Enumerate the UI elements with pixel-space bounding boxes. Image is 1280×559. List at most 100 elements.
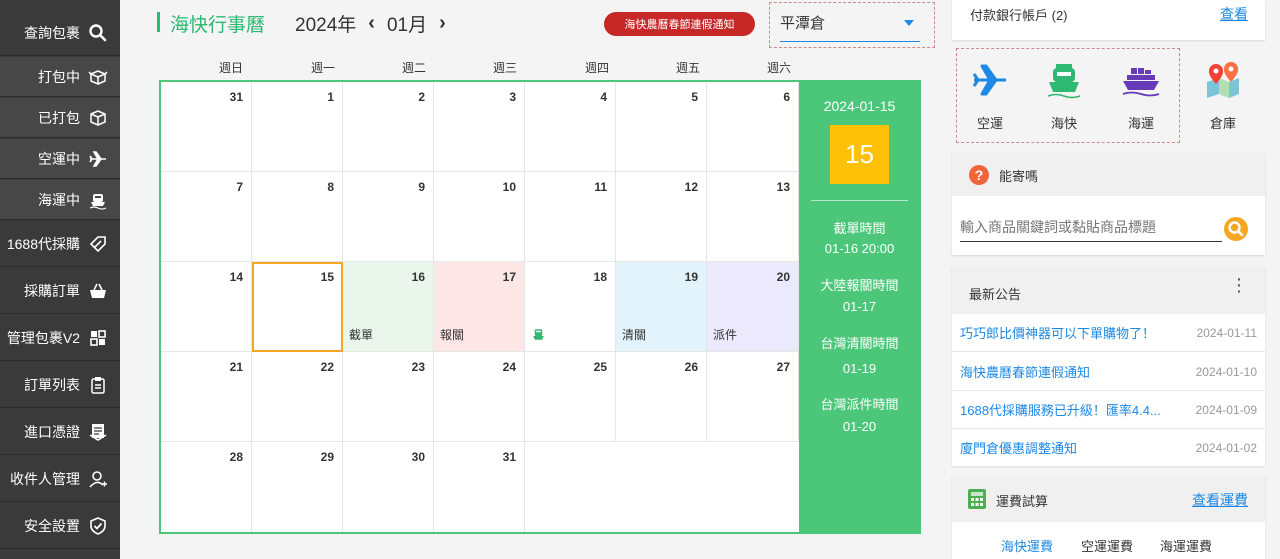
next-month-button[interactable]: › <box>439 12 446 35</box>
sidebar-item-sea-shipping[interactable]: 海運中 <box>0 180 120 220</box>
sidebar-item-security[interactable]: 安全設置 <box>0 503 120 549</box>
holiday-notice-button[interactable]: 海快農曆春節連假通知 <box>604 12 755 36</box>
day-number: 18 <box>593 270 607 284</box>
search-icon[interactable] <box>1223 216 1249 242</box>
calendar-day[interactable]: 5 <box>616 82 707 172</box>
calendar-day[interactable]: 6 <box>707 82 799 172</box>
calendar-day[interactable]: 21 <box>161 352 252 442</box>
search-icon <box>89 23 107 41</box>
calendar-day-today[interactable]: 15 <box>252 262 343 352</box>
tab-sea-freight[interactable]: 海運運費 <box>1160 536 1212 555</box>
calendar-day-deliver[interactable]: 20 派件 <box>707 262 799 352</box>
day-number: 24 <box>502 360 516 374</box>
selected-date: 2024-01-15 <box>823 98 896 114</box>
day-number: 15 <box>320 270 334 284</box>
prev-month-button[interactable]: ‹ <box>368 12 375 35</box>
month-navigator: 2024年 ‹ 01月 › <box>295 10 458 37</box>
sidebar-item-purchase-orders[interactable]: 採購訂單 <box>0 268 120 314</box>
calendar-day[interactable]: 23 <box>343 352 434 442</box>
warehouse-select[interactable]: 平潭倉 <box>780 10 920 42</box>
box-icon <box>90 109 106 126</box>
calendar-day[interactable]: 26 <box>616 352 707 442</box>
sidebar-item-manage-packages[interactable]: 管理包裹V2 <box>0 315 120 361</box>
calendar-day[interactable]: 4 <box>525 82 616 172</box>
calendar-day-shipping[interactable]: 18 <box>525 262 616 352</box>
declare-time-value: 01-17 <box>842 299 877 314</box>
calendar-day[interactable]: 29 <box>252 442 343 532</box>
sidebar-item-label: 收件人管理 <box>10 470 80 487</box>
announcement-item[interactable]: 廈門倉優惠調整通知 2024-01-02 <box>952 429 1265 467</box>
calendar-day[interactable]: 2 <box>343 82 434 172</box>
shield-check-icon <box>90 516 106 535</box>
announcement-item[interactable]: 巧巧郎比價神器可以下單購物了！ 2024-01-11 <box>952 314 1265 352</box>
calendar-month: 01月 <box>386 15 428 36</box>
service-sea[interactable]: 海運 <box>1111 60 1171 132</box>
view-freight-link[interactable]: 查看運費 <box>1192 490 1248 510</box>
calendar-day[interactable]: 8 <box>252 172 343 262</box>
announcement-item[interactable]: 海快農曆春節連假通知 2024-01-10 <box>952 353 1265 391</box>
sidebar-item-1688-purchase[interactable]: 1688代採購 <box>0 221 120 267</box>
calendar-day[interactable]: 25 <box>525 352 616 442</box>
day-number: 23 <box>411 360 425 374</box>
bank-account-label: 付款銀行帳戶 (2) <box>970 8 1068 23</box>
calendar-day[interactable]: 31 <box>434 442 525 532</box>
view-bank-link[interactable]: 查看 <box>1220 4 1248 24</box>
sidebar-item-search-package[interactable]: 查詢包裹 <box>0 10 120 56</box>
declare-time-label: 大陸報關時間 <box>820 278 899 293</box>
calendar-day[interactable]: 28 <box>161 442 252 532</box>
day-number: 22 <box>320 360 334 374</box>
calendar-day[interactable]: 14 <box>161 262 252 352</box>
sidebar-item-order-list[interactable]: 訂單列表 <box>0 362 120 408</box>
day-number: 10 <box>502 180 516 194</box>
freight-title: 運費試算 <box>996 494 1049 509</box>
calendar-day-clear[interactable]: 19 清關 <box>616 262 707 352</box>
day-number: 25 <box>593 360 607 374</box>
calendar-day[interactable]: 12 <box>616 172 707 262</box>
calendar-day[interactable]: 24 <box>434 352 525 442</box>
sidebar-item-recipients[interactable]: 收件人管理 <box>0 456 120 502</box>
sidebar-item-label: 安全設置 <box>24 517 80 534</box>
tab-air-freight[interactable]: 空運運費 <box>1081 536 1133 555</box>
sidebar-item-label: 採購訂單 <box>24 282 80 299</box>
calendar-day[interactable]: 3 <box>434 82 525 172</box>
calendar-day[interactable]: 9 <box>343 172 434 262</box>
sidebar-item-import-certificate[interactable]: 進口憑證 <box>0 409 120 455</box>
clipboard-icon <box>91 376 105 394</box>
service-fast-sea[interactable]: 海快 <box>1034 60 1094 132</box>
service-air[interactable]: 空運 <box>960 60 1020 132</box>
calendar-day[interactable]: 30 <box>343 442 434 532</box>
calendar-day[interactable]: 13 <box>707 172 799 262</box>
calendar-day-declare[interactable]: 17 報關 <box>434 262 525 352</box>
more-vertical-icon[interactable]: ⋮ <box>1230 276 1248 294</box>
sidebar-item-packing[interactable]: 打包中 <box>0 57 120 97</box>
can-ship-title: 能寄嗎 <box>999 169 1039 184</box>
day-number: 17 <box>502 270 516 284</box>
calendar-day[interactable]: 22 <box>252 352 343 442</box>
sidebar-item-packed[interactable]: 已打包 <box>0 98 120 138</box>
app-root: 查詢包裹 打包中 已打包 空運中 海運中 1688代採購 採購訂單 管理包裹V2… <box>0 0 1280 559</box>
bank-account-card: 付款銀行帳戶 (2) 查看 <box>952 0 1265 40</box>
calendar-day[interactable]: 31 <box>161 82 252 172</box>
day-number: 27 <box>776 360 790 374</box>
announcement-item[interactable]: 1688代採購服務已升級！匯率4.4... 2024-01-09 <box>952 391 1265 429</box>
calendar-day[interactable]: 1 <box>252 82 343 172</box>
grid-icon <box>90 329 106 346</box>
sidebar-item-label: 進口憑證 <box>24 423 80 440</box>
calendar-day[interactable]: 10 <box>434 172 525 262</box>
weekday-label: 週一 <box>311 61 336 75</box>
sidebar-item-air-shipping[interactable]: 空運中 <box>0 139 120 179</box>
calendar-day[interactable]: 7 <box>161 172 252 262</box>
title-accent-bar <box>157 12 160 32</box>
selected-day-badge: 15 <box>830 125 889 184</box>
calendar-day[interactable]: 11 <box>525 172 616 262</box>
event-label: 報關 <box>440 328 465 342</box>
event-label: 截單 <box>349 328 374 342</box>
calendar-day-cutoff[interactable]: 16 截單 <box>343 262 434 352</box>
freight-card: 運費試算 查看運費 海快運費 空運運費 海運運費 <box>952 476 1265 559</box>
calendar-day[interactable]: 27 <box>707 352 799 442</box>
tab-fast-sea-freight[interactable]: 海快運費 <box>1001 536 1053 555</box>
product-search-input[interactable] <box>960 212 1222 242</box>
service-warehouse[interactable]: 倉庫 <box>1193 60 1253 132</box>
weekday-label: 週四 <box>585 61 610 75</box>
sidebar-item-label: 訂單列表 <box>24 376 80 393</box>
